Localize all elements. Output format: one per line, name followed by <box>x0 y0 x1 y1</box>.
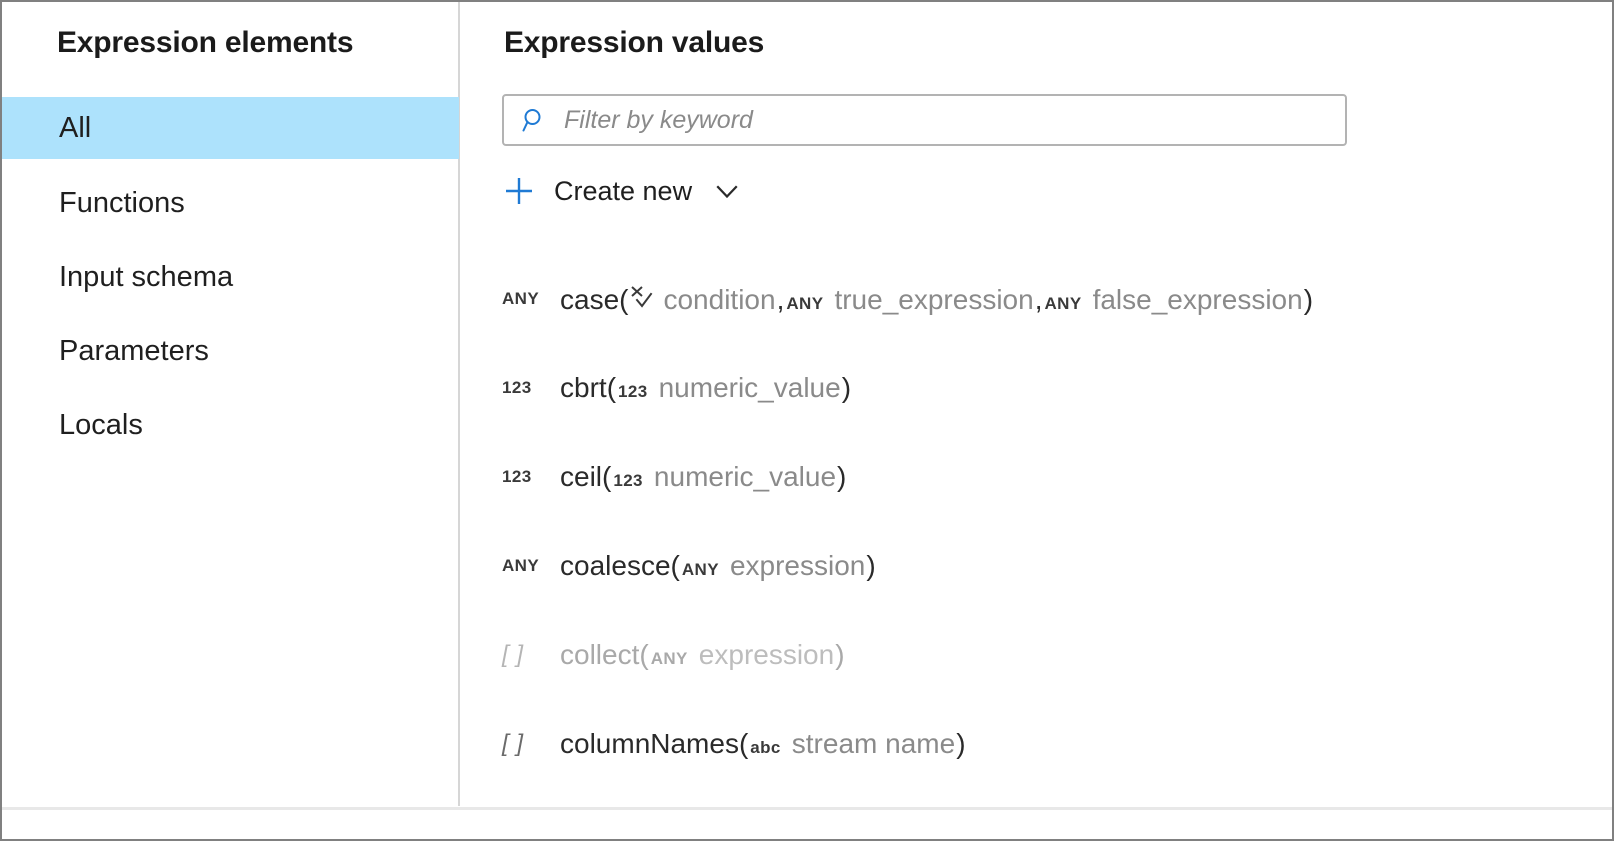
sidebar-item-label: All <box>2 114 91 143</box>
search-input[interactable] <box>562 105 1333 136</box>
paren-open: ( <box>619 286 628 314</box>
search-icon <box>522 107 548 133</box>
arg-type-badge: ANY <box>784 295 825 312</box>
arg-type-badge: 123 <box>616 383 650 400</box>
sidebar-item-label: Parameters <box>2 337 209 366</box>
sidebar-item-input-schema[interactable]: Input schema <box>2 246 459 308</box>
list-item[interactable]: [ ] collect(ANYexpression) <box>464 610 1612 699</box>
paren-close: ) <box>837 463 846 491</box>
function-name: collect <box>560 641 639 669</box>
return-type-badge: ANY <box>502 290 560 307</box>
paren-open: ( <box>639 641 648 669</box>
expression-signature: cbrt(123numeric_value) <box>560 374 851 402</box>
list-item[interactable]: ANY case(condition, ANYtrue_expression, … <box>464 254 1612 343</box>
paren-close: ) <box>835 641 844 669</box>
arg-type-badge: ANY <box>680 561 721 578</box>
sidebar-item-functions[interactable]: Functions <box>2 172 459 234</box>
paren-close: ) <box>956 730 965 758</box>
return-type-badge: 123 <box>502 468 560 485</box>
arg-name: true_expression <box>825 286 1034 314</box>
chevron-down-icon[interactable] <box>714 178 740 204</box>
arg-name: stream name <box>783 730 956 758</box>
function-name: coalesce <box>560 552 671 580</box>
arg-separator: , <box>1035 286 1043 314</box>
return-type-badge: ANY <box>502 557 560 574</box>
arg-separator: , <box>777 286 785 314</box>
expression-builder-panel: Expression elements All Functions Input … <box>0 0 1614 841</box>
arg-type-badge: ANY <box>1042 295 1083 312</box>
filter-search-box[interactable] <box>502 94 1347 146</box>
panel-title: Expression values <box>504 26 764 60</box>
list-item[interactable]: ANY coalesce(ANYexpression) <box>464 521 1612 610</box>
expression-elements-sidebar: Expression elements All Functions Input … <box>2 2 460 806</box>
list-item[interactable]: [ ] columnNames(abcstream name) <box>464 699 1612 788</box>
return-type-badge: [ ] <box>502 643 560 667</box>
return-type-badge: [ ] <box>502 732 560 756</box>
arg-name: condition <box>654 286 776 314</box>
expression-signature: collect(ANYexpression) <box>560 641 845 669</box>
expression-signature: coalesce(ANYexpression) <box>560 552 876 580</box>
create-new-button[interactable]: Create new <box>502 168 740 214</box>
sidebar-item-parameters[interactable]: Parameters <box>2 320 459 382</box>
function-name: ceil <box>560 463 602 491</box>
boolean-type-icon <box>629 283 653 309</box>
paren-open: ( <box>671 552 680 580</box>
arg-name: numeric_value <box>650 374 842 402</box>
sidebar-item-all[interactable]: All <box>2 97 459 159</box>
paren-close: ) <box>1304 286 1313 314</box>
arg-name: false_expression <box>1084 286 1304 314</box>
expression-signature: ceil(123numeric_value) <box>560 463 846 491</box>
expression-list: ANY case(condition, ANYtrue_expression, … <box>464 254 1612 788</box>
plus-icon <box>502 174 536 208</box>
sidebar-item-locals[interactable]: Locals <box>2 394 459 456</box>
bottom-strip <box>2 810 1612 839</box>
function-name: case <box>560 286 619 314</box>
paren-open: ( <box>607 374 616 402</box>
sidebar-item-label: Functions <box>2 189 185 218</box>
expression-signature: case(condition, ANYtrue_expression, ANYf… <box>560 283 1313 314</box>
list-item[interactable]: 123 ceil(123numeric_value) <box>464 432 1612 521</box>
return-type-badge: 123 <box>502 379 560 396</box>
create-new-label: Create new <box>554 178 692 205</box>
list-item[interactable]: 123 cbrt(123numeric_value) <box>464 343 1612 432</box>
sidebar-item-label: Input schema <box>2 263 233 292</box>
arg-name: expression <box>690 641 835 669</box>
arg-type-badge: 123 <box>611 472 645 489</box>
sidebar-title: Expression elements <box>57 26 353 60</box>
arg-type-badge: ANY <box>649 650 690 667</box>
arg-name: expression <box>721 552 866 580</box>
function-name: cbrt <box>560 374 607 402</box>
expression-signature: columnNames(abcstream name) <box>560 730 966 758</box>
expression-values-panel: Expression values Create new ANY <box>464 2 1612 806</box>
paren-close: ) <box>866 552 875 580</box>
function-name: columnNames <box>560 730 739 758</box>
paren-close: ) <box>842 374 851 402</box>
arg-name: numeric_value <box>645 463 837 491</box>
arg-type-badge: abc <box>748 739 783 756</box>
paren-open: ( <box>602 463 611 491</box>
sidebar-item-label: Locals <box>2 411 143 440</box>
paren-open: ( <box>739 730 748 758</box>
